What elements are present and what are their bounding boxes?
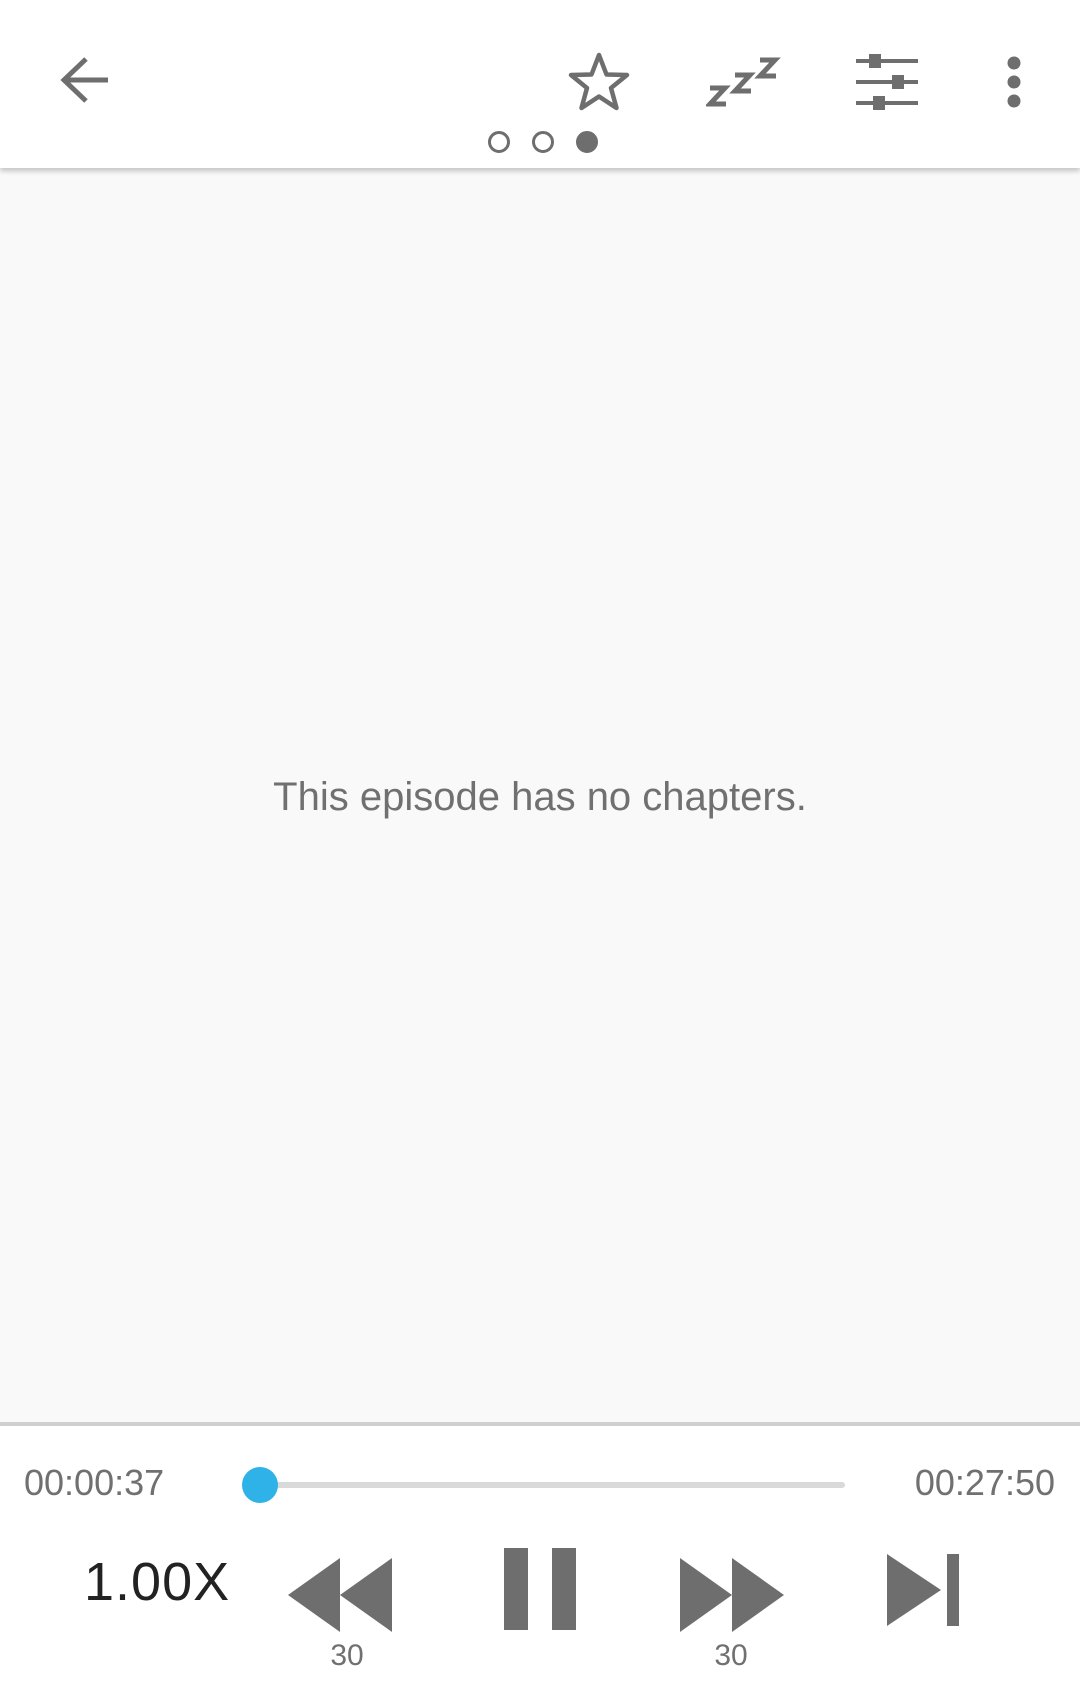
fast-forward-seconds-label: 30 [714,1639,748,1672]
more-vertical-icon [1007,56,1021,108]
sleep-timer-button[interactable] [700,38,788,126]
page-indicator [488,127,598,157]
pause-button[interactable] [500,1544,580,1634]
star-outline-icon [568,52,630,111]
sliders-icon [856,54,918,110]
total-time: 00:27:50 [914,1462,1055,1503]
skip-next-icon [887,1554,959,1626]
arrow-left-icon [60,57,108,103]
current-time: 00:00:37 [24,1462,165,1503]
player-controls: 00:00:37 00:27:50 1.00X 30 30 [0,1422,1080,1699]
fast-forward-button[interactable] [680,1550,790,1640]
page-dot-1[interactable] [488,131,510,153]
sleep-zzz-icon [706,57,781,107]
more-options-button[interactable] [978,38,1050,126]
no-chapters-message: This episode has no chapters. [273,775,807,819]
rewind-seconds-label: 30 [330,1639,364,1672]
back-button[interactable] [40,40,128,120]
top-toolbar [0,0,1080,168]
playback-speed-button[interactable]: 1.00X [84,1551,230,1613]
favorite-button[interactable] [555,38,643,126]
chapters-panel: This episode has no chapters. [0,168,1080,1422]
page-dot-2[interactable] [532,131,554,153]
skip-next-button[interactable] [885,1550,961,1630]
seek-bar[interactable] [242,1467,845,1503]
pause-icon [504,1548,576,1630]
page-dot-3-active[interactable] [576,131,598,153]
seek-thumb[interactable] [242,1467,279,1503]
rewind-button[interactable] [288,1550,398,1640]
fast-forward-icon [680,1558,784,1632]
audio-settings-button[interactable] [843,38,931,126]
rewind-icon [288,1558,392,1632]
